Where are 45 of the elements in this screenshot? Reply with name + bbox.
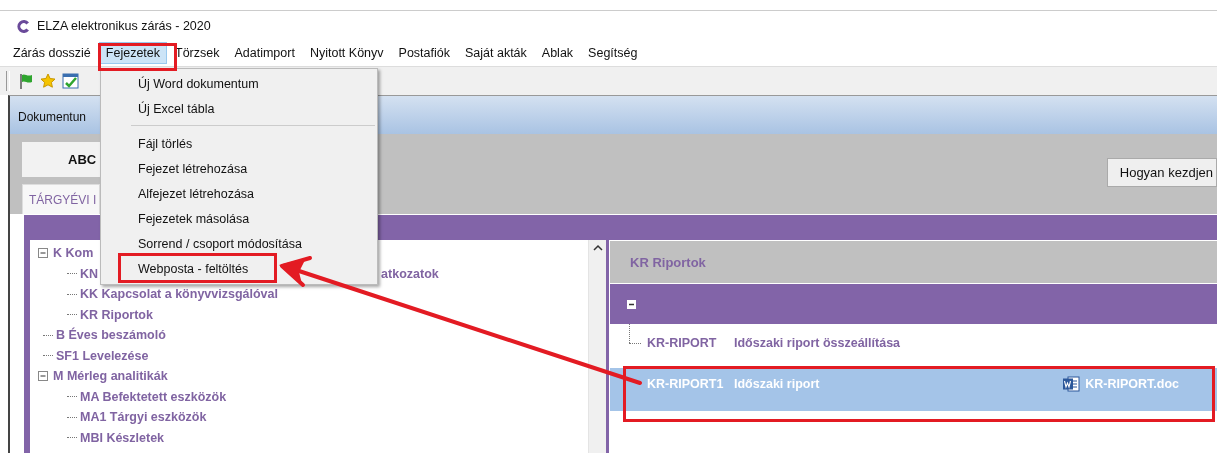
flag-icon — [18, 73, 34, 89]
tree-item[interactable]: M Mérleg analitikák — [53, 369, 168, 384]
report-code: KR-RIPORT — [647, 336, 718, 350]
word-document-icon — [1062, 374, 1081, 393]
menu-item[interactable]: Alfejezet létrehozása — [138, 186, 255, 201]
report-name: Időszaki riport — [734, 376, 820, 391]
logo-icon — [16, 18, 31, 34]
menu-item[interactable]: Sorrend / csoport módosítása — [138, 236, 302, 251]
help-button[interactable]: Hogyan kezdjen — [1106, 158, 1217, 187]
menu-item[interactable]: Postafiók — [391, 42, 457, 64]
view-button[interactable]: ABC — [22, 142, 100, 177]
menu-item[interactable]: Adatimport — [227, 42, 302, 64]
menu-item[interactable]: Új Excel tábla — [138, 101, 215, 116]
tree-item[interactable]: MA Befektetett eszközök — [80, 389, 227, 404]
tree-item[interactable]: KK Kapcsolat a könyvvizsgálóval — [80, 287, 278, 302]
tree-item[interactable]: MA1 Tárgyi eszközök — [80, 410, 207, 425]
chevron-up-icon — [592, 244, 603, 251]
menu-item[interactable]: Fejezet létrehozása — [138, 161, 248, 176]
menu-item[interactable]: Saját akták — [458, 42, 534, 64]
checklist-icon — [62, 73, 80, 89]
tree-item[interactable]: KR Riportok — [80, 307, 153, 322]
tab[interactable]: TÁRGYÉVI I — [22, 184, 100, 214]
tree-item[interactable]: SF1 Levelezése — [56, 348, 149, 363]
tree-item[interactable]: KN — [80, 266, 99, 281]
scrollbar[interactable] — [588, 240, 606, 453]
list-row[interactable]: KR-RIPORT Időszaki riport összeállítása — [610, 324, 1217, 362]
star-icon — [40, 73, 56, 89]
tree-item[interactable]: MBI Készletek — [80, 430, 165, 445]
report-name: Időszaki riport összeállítása — [734, 336, 901, 350]
panel-title: KR Riportok — [610, 241, 1217, 284]
tree-item[interactable]: B Éves beszámoló — [56, 328, 166, 343]
menu-item[interactable]: Ablak — [534, 42, 581, 64]
menu-item[interactable]: Törzsek — [168, 42, 227, 64]
report-code: KR-RIPORT1 — [647, 376, 725, 391]
menu-item[interactable]: Zárás dosszié — [6, 42, 98, 64]
menu-item[interactable]: Segítség — [581, 42, 645, 64]
menu-item[interactable]: Webposta - feltöltés — [138, 261, 249, 276]
menu-item[interactable]: Nyitott Könyv — [302, 42, 391, 64]
tree-item[interactable]: atkozatok — [381, 266, 439, 281]
window-title: ELZA elektronikus zárás - 2020 — [37, 19, 211, 33]
menu-item[interactable]: Új Word dokumentum — [138, 76, 259, 91]
menu-item[interactable]: Fejezetek másolása — [138, 211, 250, 226]
menu-item[interactable]: Fájl törlés — [138, 136, 193, 151]
collapse-icon[interactable] — [627, 299, 636, 309]
tree-item[interactable]: K Kom — [53, 246, 94, 261]
